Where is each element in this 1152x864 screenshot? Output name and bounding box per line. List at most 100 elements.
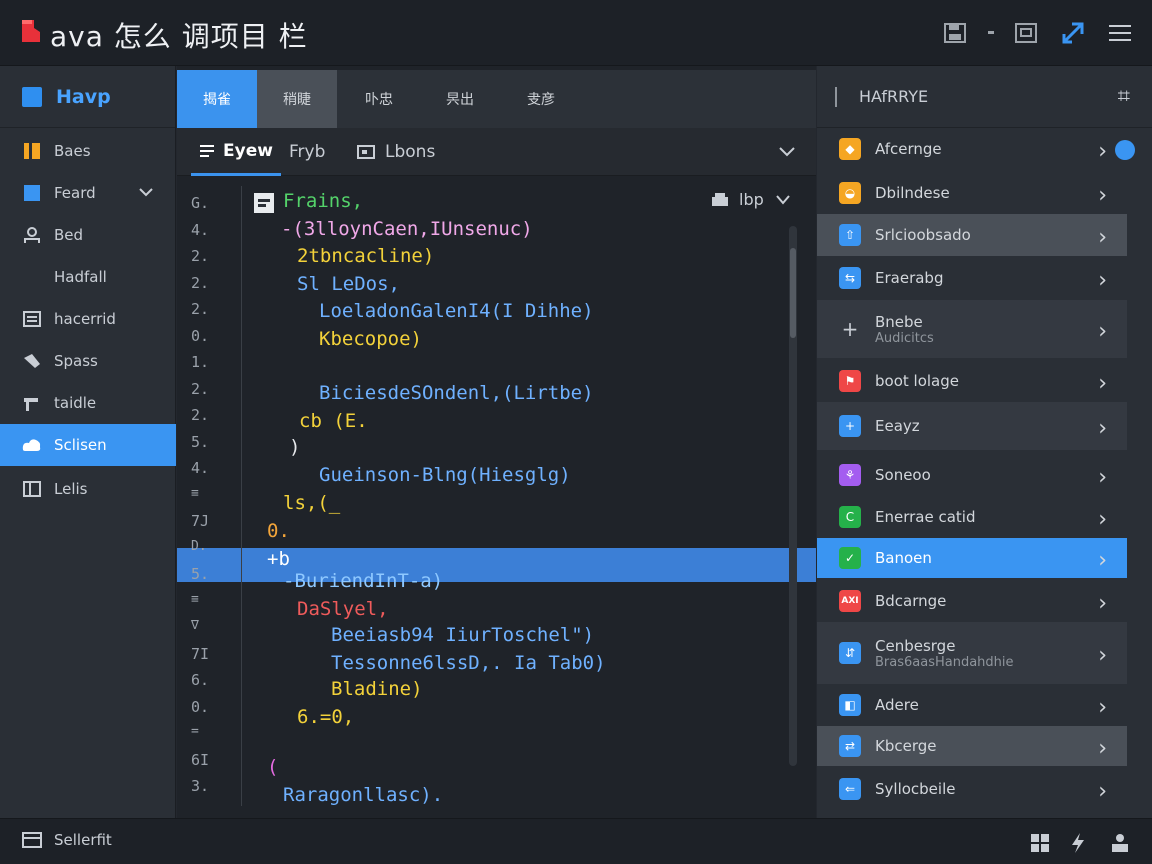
sidebar-item-label: hacerrid (54, 310, 116, 328)
status-bar: Sellerfit (0, 818, 1152, 864)
sidebar-item-label: Feard (54, 184, 96, 202)
chevron-right-icon: › (1098, 183, 1107, 208)
right-panel-item[interactable]: ⇆ Eraerabg › (817, 256, 1127, 300)
code-line[interactable]: Kbecopoe) (319, 328, 422, 350)
app-tile-icon: ✓ (839, 547, 861, 569)
right-panel-item[interactable]: ⇄ Kbcerge › (817, 726, 1127, 766)
toggle-dot-icon[interactable] (1115, 140, 1135, 160)
code-line[interactable]: Frains, (283, 190, 363, 212)
code-line[interactable]: cb (E. (299, 410, 368, 432)
code-line[interactable]: BiciesdeSOndenl,(Lirtbe) (319, 382, 594, 404)
scrollbar-thumb[interactable] (790, 248, 796, 338)
tab-3[interactable]: 卟忠 (339, 70, 419, 128)
people-icon[interactable] (1108, 831, 1132, 855)
save-icon[interactable] (940, 18, 970, 48)
add-icon[interactable]: ⌗ (1118, 84, 1130, 109)
chevron-right-icon: › (1098, 591, 1107, 616)
lightning-icon[interactable] (1066, 831, 1090, 855)
expand-icon[interactable] (1058, 18, 1088, 48)
item-label: Eraerabg (875, 269, 944, 287)
line-number: 6. (191, 671, 210, 689)
code-line[interactable]: +b (267, 548, 290, 570)
item-label: Bnebe (875, 312, 923, 331)
item-label: Banoen (875, 549, 932, 567)
code-line[interactable]: DaSlyel, (297, 598, 389, 620)
line-number: 2. (191, 379, 210, 398)
code-line[interactable]: Sl LeDos, (297, 273, 400, 295)
code-line[interactable]: LoeladonGalenI4(I Dihhe) (319, 300, 594, 322)
right-panel-item[interactable]: ◧ Adere › (817, 684, 1127, 726)
tab-2[interactable]: 稍睫 (257, 70, 337, 128)
code-line[interactable]: Beeiasb94 IiurToschel") (331, 624, 594, 646)
sidebar-item-label: Lelis (54, 480, 88, 498)
code-line[interactable]: 0. (267, 520, 290, 542)
grid-icon[interactable] (1028, 831, 1052, 855)
code-line[interactable]: -BuriendInT-a) (283, 570, 443, 592)
item-label: Syllocbeile (875, 780, 956, 798)
line-number: 7J (191, 512, 210, 530)
item-sublabel: Bras6aasHandahdhie (875, 654, 1014, 670)
chevron-down-icon[interactable] (777, 144, 797, 160)
code-options-menu[interactable]: lbp (711, 190, 792, 209)
code-line[interactable]: ( (267, 756, 278, 778)
subtab-fryb[interactable]: Fryb (289, 128, 325, 176)
sidebar-item-feard[interactable]: Feard (0, 172, 176, 214)
code-line[interactable]: Bladine) (331, 678, 423, 700)
right-panel-item[interactable]: ⇧ Srlcioobsado › (817, 214, 1127, 256)
tab-5[interactable]: 叏彦 (501, 70, 581, 128)
folder-icon (22, 141, 42, 161)
right-panel-item[interactable]: + Eeayz › (817, 402, 1127, 450)
sidebar-item-hacerrid[interactable]: hacerrid (0, 298, 176, 340)
code-area[interactable]: lbp G. 4. 2. 2. 2. 0. 1. 2. 2. 5. 4. ≡ 7J D. 5. ≡ ∇ 7I 6. 0… (177, 178, 816, 818)
sidebar-item-baes[interactable]: Baes (0, 130, 176, 172)
item-text-stack: Bnebe Audicitcs (875, 313, 934, 346)
line-number: ≡ (191, 591, 199, 607)
item-label: Dbilndese (875, 184, 950, 202)
status-label: Sellerfit (54, 831, 112, 849)
code-line[interactable]: 2tbncacline) (297, 245, 434, 267)
app-tile-icon: ◧ (839, 694, 861, 716)
subtab-eyew[interactable]: Eyew (191, 128, 281, 176)
code-line[interactable]: ) (289, 436, 300, 458)
sidebar-item-hadfall[interactable]: Hadfall (0, 256, 176, 298)
right-panel-item[interactable]: ◒ Dbilndese › (817, 172, 1127, 214)
sidebar-item-label: Spass (54, 352, 98, 370)
right-panel-item[interactable]: ⇐ Syllocbeile › (817, 768, 1127, 810)
tab-4[interactable]: 昗出 (420, 70, 500, 128)
code-line[interactable]: -(3lloynCaen,IUnsenuc) (281, 218, 533, 240)
right-panel-item[interactable]: ⚑ boot lolage › (817, 360, 1127, 402)
right-panel-item[interactable]: C Enerrae catid › (817, 496, 1127, 538)
code-line[interactable]: Tessonne6lssD,. Ia Tab0) (331, 652, 606, 674)
sidebar-item-spass[interactable]: Spass (0, 340, 176, 382)
status-item[interactable]: Sellerfit (22, 831, 112, 849)
menu-icon[interactable] (1105, 18, 1135, 48)
code-line[interactable]: Gueinson-Blng(Hiesglg) (319, 464, 571, 486)
line-number: 3. (191, 777, 210, 795)
window-title: ava 怎么 调项目 栏 (50, 20, 308, 53)
code-line[interactable]: ls,(_ (283, 492, 340, 514)
chevron-down-icon (776, 194, 790, 205)
sidebar-item-taidle[interactable]: taidle (0, 382, 176, 424)
user-icon (22, 225, 42, 245)
sidebar-item-sclisen[interactable]: Sclisen (0, 424, 176, 466)
item-label: Kbcerge (875, 737, 937, 755)
sidebar-item-lelis[interactable]: Lelis (0, 468, 176, 510)
sidebar-header[interactable]: Havp (0, 66, 175, 128)
chevron-right-icon: › (1098, 779, 1107, 804)
header-divider (835, 86, 837, 107)
right-panel-item[interactable]: ⇵ Cenbesrge Bras6aasHandahdhie › (817, 622, 1127, 684)
item-label: Enerrae catid (875, 508, 976, 526)
window-icon[interactable] (1011, 18, 1041, 48)
code-line[interactable]: 6.=0, (297, 706, 354, 728)
right-panel-item[interactable]: ⚘ Soneoo › (817, 454, 1127, 496)
right-panel-item[interactable]: ✓ Banoen › (817, 538, 1127, 578)
sidebar-item-bed[interactable]: Bed (0, 214, 176, 256)
right-panel-item[interactable]: + Bnebe Audicitcs › (817, 300, 1127, 358)
chevron-down-icon[interactable] (138, 184, 154, 200)
code-line[interactable]: Raragonllasc). (283, 784, 443, 806)
subtab-lbons[interactable]: Lbons (357, 128, 435, 176)
right-panel-item[interactable]: AXI Bdcarnge › (817, 580, 1127, 622)
tab-1[interactable]: 揭雀 (177, 70, 257, 128)
right-panel-item[interactable]: ◆ Afcernge › (817, 128, 1127, 170)
app-tile-icon: C (839, 506, 861, 528)
